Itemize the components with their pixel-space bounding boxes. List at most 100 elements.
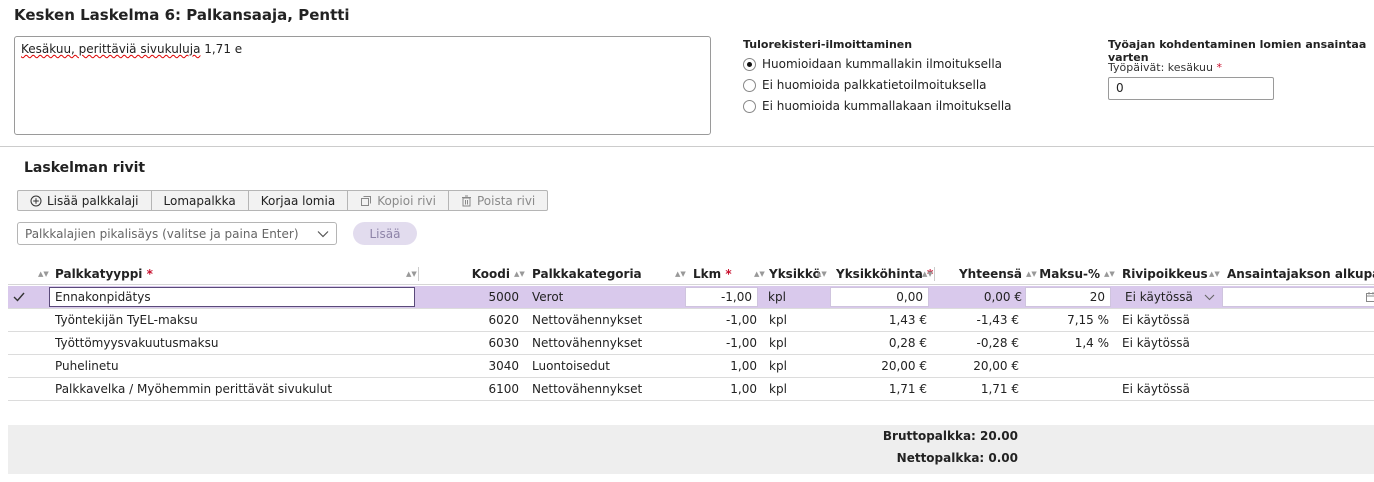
add-button[interactable]: Lisää (353, 222, 417, 245)
type-cell: Puhelinetu (55, 359, 119, 373)
col-header-type[interactable]: Palkkatyyppi * (55, 263, 153, 284)
exception-cell: Ei käytössä (1122, 313, 1190, 327)
notes-text: 1,71 e (200, 42, 243, 56)
radio-button[interactable] (743, 78, 756, 92)
category-cell: Verot (532, 290, 564, 304)
unit-cell: kpl (769, 313, 787, 327)
rows-section-title: Laskelman rivit (24, 160, 146, 176)
copy-row-button[interactable]: Kopioi rivi (348, 191, 449, 210)
exception-value: Ei käytössä (1125, 290, 1193, 304)
category-cell: Nettovähennykset (532, 382, 643, 396)
unit-price-cell: 0,28 € (888, 336, 927, 350)
income-register-option[interactable]: Huomioidaan kummallakin ilmoituksella (743, 57, 1002, 71)
income-register-option[interactable]: Ei huomioida palkkatietoilmoituksella (743, 78, 987, 92)
type-cell: Työttömyysvakuutusmaksu (55, 336, 219, 350)
exception-cell: Ei käytössä (1122, 336, 1190, 350)
radio-label: Ei huomioida palkkatietoilmoituksella (762, 78, 987, 92)
delete-row-button[interactable]: Poista rivi (449, 191, 547, 210)
col-header-unit-price[interactable]: Yksikköhinta * (836, 263, 933, 284)
plus-circle-icon (30, 195, 42, 206)
add-wage-type-button[interactable]: Lisää palkkalaji (18, 191, 152, 210)
col-header-qty[interactable]: Lkm * (693, 263, 732, 284)
page-title: Kesken Laskelma 6: Palkansaaja, Pentti (14, 6, 350, 24)
income-register-option[interactable]: Ei huomioida kummallakaan ilmoituksella (743, 99, 1012, 113)
check-icon[interactable] (13, 292, 25, 302)
sort-icon[interactable]: ▲▼ (514, 270, 525, 278)
chevron-down-icon (317, 230, 329, 237)
quick-add-select[interactable]: Palkkalajien pikalisäys (valitse ja pain… (17, 222, 337, 245)
total-cell: 20,00 € (973, 359, 1019, 373)
unit-price-input[interactable]: 0,00 (830, 287, 929, 307)
totals-footer: Bruttopalkka: 20.00 Nettopalkka: 0.00 (8, 425, 1374, 474)
qty-cell: -1,00 (725, 336, 757, 350)
qty-input[interactable]: -1,00 (685, 287, 758, 307)
table-row[interactable]: Ennakonpidätys 5000 Verot -1,00 kpl 0,00 0,00 … (8, 286, 1374, 309)
exception-cell: Ei käytössä (1122, 382, 1190, 396)
sort-icon[interactable]: ▲▼ (922, 270, 933, 278)
calendar-icon[interactable] (1366, 292, 1374, 302)
col-header-pct[interactable]: Maksu-% (1028, 263, 1100, 284)
radio-button[interactable] (743, 99, 756, 113)
category-cell: Nettovähennykset (532, 313, 643, 327)
pct-cell: 7,15 % (1067, 313, 1109, 327)
sort-icon[interactable]: ▲▼ (1209, 270, 1220, 278)
total-cell: 1,71 € (980, 382, 1019, 396)
gross-total: Bruttopalkka: 20.00 (882, 429, 1018, 443)
pct-cell (1025, 355, 1109, 377)
sort-icon[interactable]: ▲▼ (675, 270, 686, 278)
unit-price-cell: 1,71 € (888, 382, 927, 396)
col-header-period-start[interactable]: Ansaintajakson alkupäivä (1227, 263, 1374, 284)
table-row[interactable]: Työttömyysvakuutusmaksu 6030 Nettovähennyk… (8, 332, 1374, 355)
sort-icon[interactable]: ▲▼ (1104, 270, 1115, 278)
col-header-total[interactable]: Yhteensä (934, 263, 1022, 284)
fix-holidays-button[interactable]: Korjaa lomia (249, 191, 349, 210)
code-cell: 3040 (488, 359, 519, 373)
sort-icon[interactable]: ▲▼ (816, 270, 827, 278)
unit-cell[interactable]: kpl (763, 287, 829, 307)
unit-cell: kpl (769, 382, 787, 396)
table-row[interactable]: Puhelinetu 3040 Luontoisedut 1,00 kpl 20,00 €… (8, 355, 1374, 378)
qty-cell: -1,00 (725, 313, 757, 327)
period-start-input[interactable] (1222, 287, 1374, 307)
radio-label: Huomioidaan kummallakin ilmoituksella (762, 57, 1003, 71)
total-cell: 0,00 € (983, 290, 1022, 304)
radio-label: Ei huomioida kummallakaan ilmoituksella (762, 99, 1012, 113)
pct-cell (1025, 378, 1109, 400)
unit-cell: kpl (769, 336, 787, 350)
code-cell: 6100 (488, 382, 519, 396)
sort-icon[interactable]: ▲▼ (754, 270, 765, 278)
pct-cell: 1,4 % (1074, 336, 1109, 350)
trash-icon (461, 195, 471, 206)
sort-icon[interactable]: ▲▼ (406, 270, 417, 278)
col-header-unit[interactable]: Yksikkö (769, 263, 821, 284)
unit-cell: kpl (769, 359, 787, 373)
table-row[interactable]: Työntekijän TyEL-maksu 6020 Nettovähennyks… (8, 309, 1374, 332)
code-cell: 6020 (488, 313, 519, 327)
col-header-exception[interactable]: Rivipoikkeus (1122, 263, 1208, 284)
income-register-title: Tulorekisteri-ilmoittaminen (743, 38, 913, 51)
notes-text-misspelled: Kesäkuu, perittäviä sivukuluja (21, 42, 201, 56)
quick-add-placeholder: Palkkalajien pikalisäys (valitse ja pain… (25, 226, 299, 241)
holiday-pay-button[interactable]: Lomapalkka (152, 191, 249, 210)
col-header-code[interactable]: Koodi (418, 263, 510, 284)
qty-cell: 1,00 (730, 359, 757, 373)
chevron-down-icon (1204, 294, 1215, 300)
category-cell: Nettovähennykset (532, 336, 643, 350)
rows-toolbar: Lisää palkkalaji Lomapalkka Korjaa lomia… (17, 190, 549, 211)
work-days-input[interactable]: 0 (1108, 77, 1274, 100)
unit-price-cell: 1,43 € (888, 313, 927, 327)
exception-select[interactable]: Ei käytössä (1120, 287, 1220, 307)
col-header-category[interactable]: Palkkakategoria (532, 263, 642, 284)
notes-textarea[interactable]: Kesäkuu, perittäviä sivukuluja 1,71 e (14, 36, 711, 135)
section-divider (0, 146, 1374, 147)
total-cell: -1,43 € (976, 313, 1020, 327)
copy-icon (361, 195, 372, 206)
code-cell: 5000 (488, 290, 519, 304)
table-row[interactable]: Palkkavelka / Myöhemmin perittävät sivuk… (8, 378, 1374, 401)
type-input[interactable]: Ennakonpidätys (49, 287, 415, 307)
sort-icon[interactable]: ▲▼ (38, 270, 49, 278)
radio-button[interactable] (743, 57, 756, 71)
net-total: Nettopalkka: 0.00 (896, 451, 1018, 465)
code-cell: 6030 (488, 336, 519, 350)
pct-input[interactable]: 20 (1025, 287, 1111, 307)
